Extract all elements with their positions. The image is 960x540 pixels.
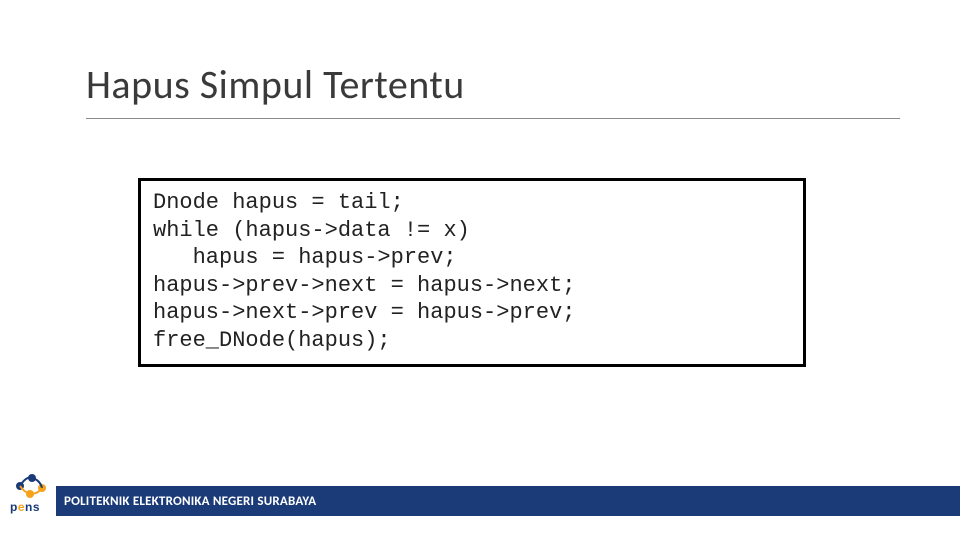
code-box: Dnode hapus = tail; while (hapus->data !… [138, 178, 806, 367]
title-rule [86, 118, 900, 119]
code-line-1: Dnode hapus = tail; [153, 190, 404, 215]
code-line-2: while (hapus->data != x) [153, 218, 470, 243]
code-line-4: hapus->prev->next = hapus->next; [153, 273, 575, 298]
code-line-6: free_DNode(hapus); [153, 328, 391, 353]
footer-text: POLITEKNIK ELEKTRONIKA NEGERI SURABAYA [64, 494, 316, 509]
slide: Hapus Simpul Tertentu Dnode hapus = tail… [0, 0, 960, 540]
pens-e: e [18, 500, 25, 514]
pens-logo-text: pens [10, 500, 40, 514]
slide-title: Hapus Simpul Tertentu [86, 60, 900, 109]
code-line-5: hapus->next->prev = hapus->prev; [153, 300, 575, 325]
pens-p: p [10, 500, 18, 514]
pens-ns: ns [25, 500, 40, 514]
title-wrap: Hapus Simpul Tertentu [86, 60, 900, 109]
code-line-3: hapus = hapus->prev; [193, 245, 457, 270]
footer-bar: POLITEKNIK ELEKTRONIKA NEGERI SURABAYA [56, 486, 960, 516]
